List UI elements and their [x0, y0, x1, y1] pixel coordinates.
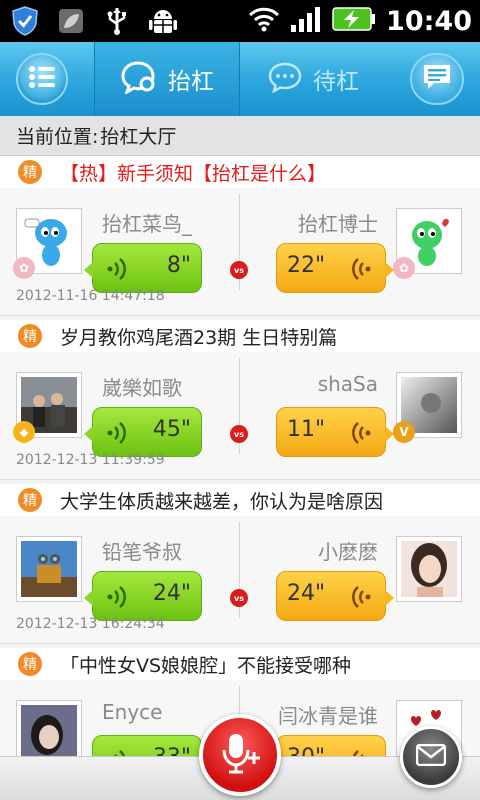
girl-portrait-image	[401, 541, 457, 597]
avatar[interactable]	[396, 536, 462, 602]
voice-duration: 45"	[152, 417, 191, 442]
voice-duration: 11"	[287, 417, 326, 442]
topic-title: 岁月教你鸡尾酒23期 生日特别篇	[60, 326, 338, 349]
tab-label: 待杠	[313, 69, 359, 95]
featured-badge: 精	[18, 324, 42, 348]
sound-wave-icon	[352, 258, 371, 280]
shield-check-icon	[10, 6, 40, 36]
topic-title: 【热】新手须知【抬杠是什么】	[60, 162, 327, 185]
vs-badge: vs	[230, 425, 248, 443]
debate-card[interactable]: 铅笔爷叔 24" vs 小麽麽 24" 2012-12-13 16:24:34	[0, 516, 480, 644]
voice-duration: 22"	[287, 253, 326, 278]
android-debug-icon	[148, 6, 178, 36]
vs-badge: vs	[230, 589, 248, 607]
diamond-badge-icon: ◆	[13, 421, 35, 443]
top-tab-bar: 抬杠 待杠	[0, 42, 480, 116]
sound-wave-icon	[107, 422, 126, 444]
clock: 10:40	[386, 5, 472, 37]
list-menu-icon	[28, 65, 56, 93]
left-voice-bubble[interactable]: 45"	[84, 407, 202, 457]
voice-duration: 8"	[166, 253, 191, 278]
topic-row[interactable]: 精 【热】新手须知【抬杠是什么】	[0, 156, 480, 188]
location-label: 当前位置:	[16, 126, 99, 148]
flower-badge-icon: ✿	[393, 257, 415, 279]
signal-icon	[290, 5, 322, 37]
right-voice-bubble[interactable]: 24"	[276, 571, 394, 621]
debate-card[interactable]: ✿ 抬杠菜鸟_ 8" vs 抬杠博士 22" ✿ 2012-11-16 14:4…	[0, 188, 480, 316]
featured-badge: 精	[18, 488, 42, 512]
topic-row[interactable]: 精 大学生体质越来越差，你认为是啥原因	[0, 484, 480, 516]
right-user-name[interactable]: shaSa	[318, 372, 378, 396]
avatar[interactable]: ✿	[13, 208, 82, 279]
sound-wave-icon	[107, 586, 126, 608]
tab-taigang[interactable]: 抬杠	[94, 42, 240, 116]
v-badge-icon: V	[393, 421, 415, 443]
featured-badge: 精	[18, 652, 42, 676]
leaf-icon	[56, 6, 86, 36]
left-voice-bubble[interactable]: 8"	[84, 243, 202, 293]
left-user-name[interactable]: 铅笔爷叔	[102, 536, 182, 565]
tab-label: 抬杠	[168, 69, 214, 95]
news-button[interactable]	[410, 53, 464, 105]
message-board-icon	[422, 63, 452, 95]
sound-wave-icon	[352, 422, 371, 444]
topic-row[interactable]: 精 「中性女VS娘娘腔」不能接受哪种	[0, 648, 480, 680]
messages-button[interactable]	[400, 726, 462, 788]
ellipsis-bubble-icon	[267, 61, 303, 97]
timestamp: 2012-12-13 16:24:34	[16, 616, 165, 632]
topic-title: 「中性女VS娘娘腔」不能接受哪种	[60, 654, 352, 677]
right-user-name[interactable]: 闫冰青是谁	[278, 700, 378, 729]
avatar[interactable]	[16, 536, 82, 602]
sound-wave-icon	[107, 258, 126, 280]
voice-duration: 24"	[287, 581, 326, 606]
left-user-name[interactable]: 崴樂如歌	[102, 372, 182, 401]
robot-photo-image	[21, 541, 77, 597]
status-bar: 10:40	[0, 0, 480, 42]
right-user-name[interactable]: 抬杠博士	[298, 208, 378, 237]
battery-charging-icon	[332, 6, 376, 36]
sound-wave-icon	[352, 586, 371, 608]
usb-icon	[102, 6, 132, 36]
avatar[interactable]: ◆	[13, 372, 82, 443]
topic-row[interactable]: 精 岁月教你鸡尾酒23期 生日特别篇	[0, 320, 480, 352]
debate-card[interactable]: ◆ 崴樂如歌 45" vs shaSa 11" V 2012-12-13 11:…	[0, 352, 480, 480]
menu-button[interactable]	[16, 53, 68, 105]
flower-badge-icon: ✿	[13, 257, 35, 279]
avatar[interactable]: ✿	[393, 208, 462, 279]
avatar[interactable]: V	[393, 372, 462, 443]
timestamp: 2012-12-13 11:39:59	[16, 452, 165, 468]
voice-duration: 24"	[152, 581, 191, 606]
timestamp: 2012-11-16 14:47:18	[16, 288, 165, 304]
topic-title: 大学生体质越来越差，你认为是啥原因	[60, 490, 384, 513]
record-voice-button[interactable]	[199, 714, 281, 796]
left-user-name[interactable]: Enyce	[102, 700, 162, 724]
breadcrumb: 当前位置: 抬杠大厅	[0, 116, 480, 156]
vs-badge: vs	[230, 261, 248, 279]
right-user-name[interactable]: 小麽麽	[318, 536, 378, 565]
featured-badge: 精	[18, 160, 42, 184]
girl-photo-image	[21, 705, 77, 761]
location-value: 抬杠大厅	[100, 126, 177, 148]
envelope-icon	[415, 743, 447, 770]
wifi-icon	[248, 6, 280, 36]
right-voice-bubble[interactable]: 11"	[276, 407, 394, 457]
tab-daigang[interactable]: 待杠	[240, 42, 386, 116]
chat-bubble-icon	[120, 60, 158, 98]
right-voice-bubble[interactable]: 22"	[276, 243, 394, 293]
left-voice-bubble[interactable]: 24"	[84, 571, 202, 621]
left-user-name[interactable]: 抬杠菜鸟_	[102, 208, 192, 237]
microphone-plus-icon	[217, 730, 263, 780]
